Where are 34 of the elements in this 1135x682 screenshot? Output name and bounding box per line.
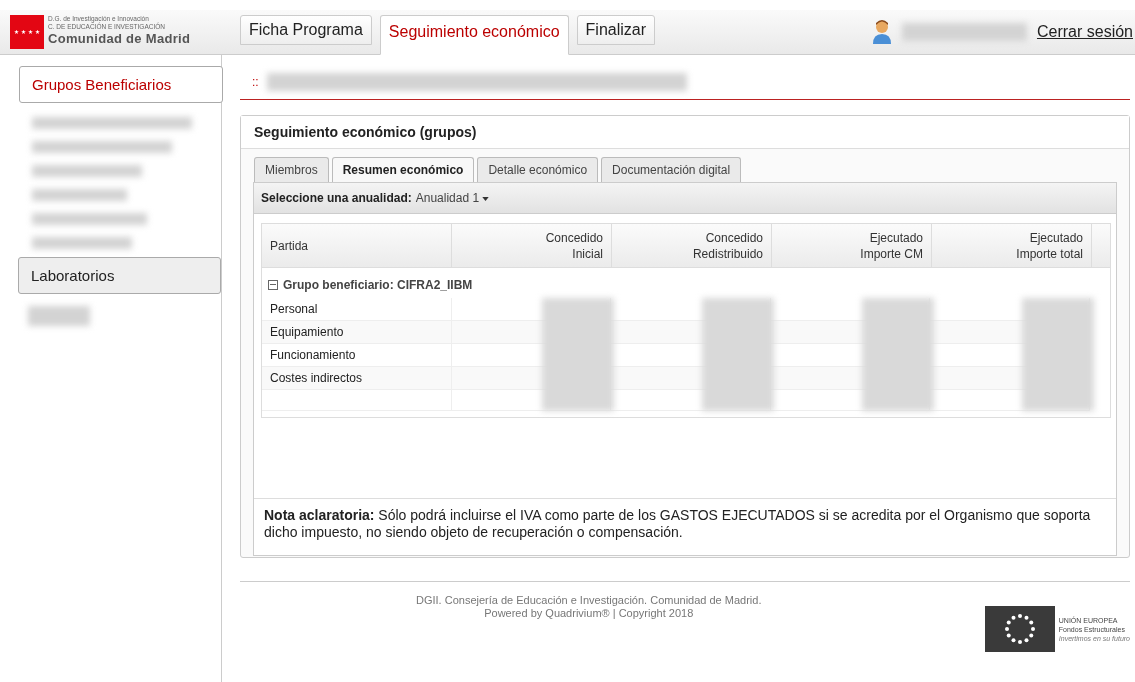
- nav-tab[interactable]: Finalizar: [576, 15, 656, 45]
- logout-link[interactable]: Cerrar sesión: [1036, 23, 1133, 41]
- breadcrumb-marker: ::: [252, 74, 259, 89]
- group-label: Grupo beneficiario: CIFRA2_IIBM: [283, 278, 473, 292]
- column-header: Partida: [262, 224, 452, 267]
- tab[interactable]: Resumen económico: [331, 157, 475, 182]
- column-header: Ejecutado Importe total: [932, 224, 1092, 267]
- tab[interactable]: Detalle económico: [477, 157, 599, 182]
- year-dropdown[interactable]: Anualidad 1: [415, 191, 490, 205]
- tab[interactable]: Documentación digital: [601, 157, 742, 182]
- column-header: Ejecutado Importe CM: [772, 224, 932, 267]
- table-cell: Costes indirectos: [262, 367, 452, 389]
- collapse-icon[interactable]: [268, 280, 278, 290]
- note-text: Nota aclaratoria: Sólo podrá incluirse el IVA como parte de los GASTOS EJECUTADOS si se acredita por el Organismo que soporta dicho impuesto, no siendo objeto de recuperación o compensación.: [264, 507, 1092, 541]
- blurred-item: [28, 306, 90, 326]
- table-cell: Equipamiento: [262, 321, 452, 343]
- footer-text: Powered by Quadrivium® | Copyright 2018: [484, 607, 694, 620]
- nav-tab[interactable]: Seguimiento económico: [379, 15, 569, 55]
- panel-title: Seguimiento económico (grupos): [241, 116, 1129, 149]
- sidebar-item[interactable]: Grupos Beneficiarios: [19, 66, 223, 103]
- sidebar-item[interactable]: Laboratorios: [18, 257, 221, 294]
- year-label: Seleccione una anualidad:: [261, 191, 412, 205]
- caret-icon: [482, 196, 490, 201]
- footer-text: DGII. Consejería de Educación e Investigación. Comunidad de Madrid.: [416, 594, 762, 607]
- logo-title: Comunidad de Madrid: [48, 31, 191, 46]
- flag-icon: [10, 15, 44, 49]
- column-header: Concedido Redistribuido: [612, 224, 772, 267]
- column-header: Concedido Inicial: [452, 224, 612, 267]
- table-cell: Personal: [262, 298, 452, 320]
- eu-flag-icon: [984, 606, 1055, 652]
- tab[interactable]: Miembros: [254, 157, 329, 182]
- user-icon: [871, 20, 892, 44]
- table-cell: Funcionamiento: [262, 344, 452, 366]
- nav-tab[interactable]: Ficha Programa: [240, 15, 372, 45]
